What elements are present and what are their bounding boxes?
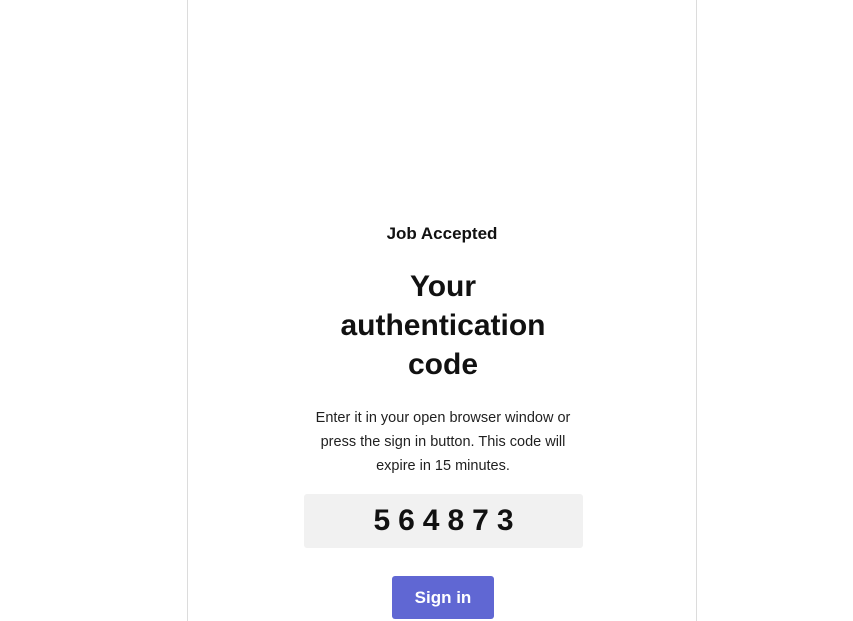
authentication-code-heading: Your authentication code: [340, 270, 546, 381]
authentication-code: 564873: [373, 504, 522, 537]
authentication-instructions: Enter it in your open browser window or …: [315, 410, 571, 474]
email-card: Job Accepted Your authentication code En…: [187, 0, 697, 621]
job-status-label: Job Accepted: [386, 224, 498, 243]
sign-in-button[interactable]: Sign in: [392, 576, 494, 619]
authentication-code-box: 564873: [304, 494, 583, 548]
